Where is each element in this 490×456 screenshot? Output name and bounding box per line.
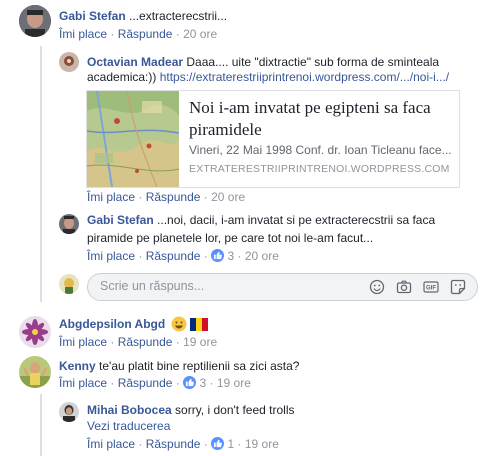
comment-text: piramide pe planetele lor, pe care tot n…: [87, 231, 374, 245]
comment-author[interactable]: Abgdepsilon Abgd: [59, 317, 165, 331]
avatar-octavian-madear[interactable]: [59, 52, 79, 72]
translate-row: Vezi traducerea: [87, 418, 170, 434]
preview-map-image: [87, 91, 179, 187]
comment-text: ...noi, dacii, i-am invatat si pe extrac…: [157, 213, 436, 227]
comment-2-line2: academica:)) https://extraterestriiprint…: [87, 69, 449, 85]
like-count[interactable]: 3: [199, 376, 206, 390]
like-link[interactable]: Îmi place: [59, 27, 107, 41]
comment-text: academica:)): [87, 70, 160, 84]
like-icon[interactable]: [211, 437, 225, 450]
like-link[interactable]: Îmi place: [59, 335, 107, 349]
like-link[interactable]: Îmi place: [87, 249, 135, 263]
avatar-abgdepsilon[interactable]: [19, 316, 51, 348]
avatar-gabi-stefan[interactable]: [59, 214, 79, 234]
reply-link[interactable]: Răspunde: [118, 335, 173, 349]
comment-time[interactable]: 20 ore: [183, 27, 217, 41]
like-link[interactable]: Îmi place: [59, 376, 107, 390]
like-link[interactable]: Îmi place: [87, 437, 135, 451]
comment-text: Daaa.... uite "dixtractie" sub forma de …: [186, 55, 440, 69]
comment-3-line2: piramide pe planetele lor, pe care tot n…: [87, 230, 373, 246]
my-avatar: [59, 274, 79, 294]
avatar-gabi-stefan[interactable]: [19, 5, 51, 37]
comment-author[interactable]: Gabi Stefan: [59, 9, 126, 23]
comment-3-line1: Gabi Stefan ...noi, dacii, i-am invatat …: [87, 212, 435, 228]
comment-url-link[interactable]: https://extraterestriiprintrenoi.wordpre…: [160, 70, 449, 84]
comment-actions: Îmi place · Răspunde · 20 ore: [59, 27, 218, 41]
reply-link[interactable]: Răspunde: [118, 376, 173, 390]
thread-line: [40, 394, 42, 456]
like-icon[interactable]: [183, 376, 197, 389]
comment-time[interactable]: 19 ore: [245, 437, 279, 451]
like-link[interactable]: Îmi place: [87, 190, 135, 204]
comment-actions: Îmi place · Răspunde · 20 ore: [87, 190, 246, 204]
comment-time[interactable]: 20 ore: [211, 190, 245, 204]
smiley-emoji-icon: [171, 316, 187, 336]
see-translation-link[interactable]: Vezi traducerea: [87, 419, 170, 433]
reply-placeholder: Scrie un răspuns...: [100, 279, 205, 293]
reply-link[interactable]: Răspunde: [146, 190, 201, 204]
comment-time[interactable]: 20 ore: [245, 249, 279, 263]
comment-actions: Îmi place · Răspunde · 3 · 20 ore: [87, 249, 279, 263]
comment-2-line1: Octavian Madear Daaa.... uite "dixtracti…: [87, 54, 439, 70]
preview-domain: EXTRATERESTRIIPRINTRENOI.WORDPRESS.COM: [189, 163, 450, 175]
thread-line: [40, 46, 42, 302]
preview-title[interactable]: Noi i-am invatat pe egipteni sa faca pir…: [189, 97, 451, 141]
camera-icon[interactable]: [396, 279, 412, 295]
comment-7: Mihai Bobocea sorry, i don't feed trolls: [87, 402, 294, 418]
svg-text:GIF: GIF: [426, 286, 436, 292]
reply-input[interactable]: Scrie un răspuns... GIF: [87, 273, 478, 301]
preview-description: Vineri, 22 Mai 1998 Conf. dr. Ioan Ticle…: [189, 143, 452, 157]
comment-time[interactable]: 19 ore: [183, 335, 217, 349]
comment-time[interactable]: 19 ore: [217, 376, 251, 390]
comment-5: Abgdepsilon Abgd: [59, 316, 208, 336]
comment-6: Kenny te'au platit bine reptilienii sa z…: [59, 358, 299, 374]
reply-link[interactable]: Răspunde: [118, 27, 173, 41]
comment-author[interactable]: Gabi Stefan: [87, 213, 154, 227]
comment-1: Gabi Stefan ...extracterecstrii...: [59, 8, 227, 24]
comment-author[interactable]: Kenny: [59, 359, 96, 373]
reply-link[interactable]: Răspunde: [146, 249, 201, 263]
romania-flag-icon: [189, 318, 208, 335]
avatar-mihai-bobocea[interactable]: [59, 402, 79, 422]
link-preview-card[interactable]: Noi i-am invatat pe egipteni sa faca pir…: [86, 90, 460, 188]
comment-author[interactable]: Octavian Madear: [87, 55, 183, 69]
separator: [0, 308, 490, 309]
comment-actions: Îmi place · Răspunde · 1 · 19 ore: [87, 437, 279, 451]
comment-text: sorry, i don't feed trolls: [175, 403, 295, 417]
like-icon[interactable]: [211, 249, 225, 262]
gif-icon[interactable]: GIF: [423, 279, 439, 295]
reply-link[interactable]: Răspunde: [146, 437, 201, 451]
comment-author[interactable]: Mihai Bobocea: [87, 403, 172, 417]
comment-text: ...extracterecstrii...: [129, 9, 228, 23]
sticker-icon[interactable]: [450, 279, 466, 295]
like-count[interactable]: 3: [227, 249, 234, 263]
like-count[interactable]: 1: [227, 437, 234, 451]
avatar-kenny[interactable]: [19, 356, 51, 388]
comment-actions: Îmi place · Răspunde · 3 · 19 ore: [59, 376, 251, 390]
emoji-icon[interactable]: [369, 279, 385, 295]
comment-actions: Îmi place · Răspunde · 19 ore: [59, 335, 218, 349]
comment-text: te'au platit bine reptilienii sa zici as…: [99, 359, 300, 373]
